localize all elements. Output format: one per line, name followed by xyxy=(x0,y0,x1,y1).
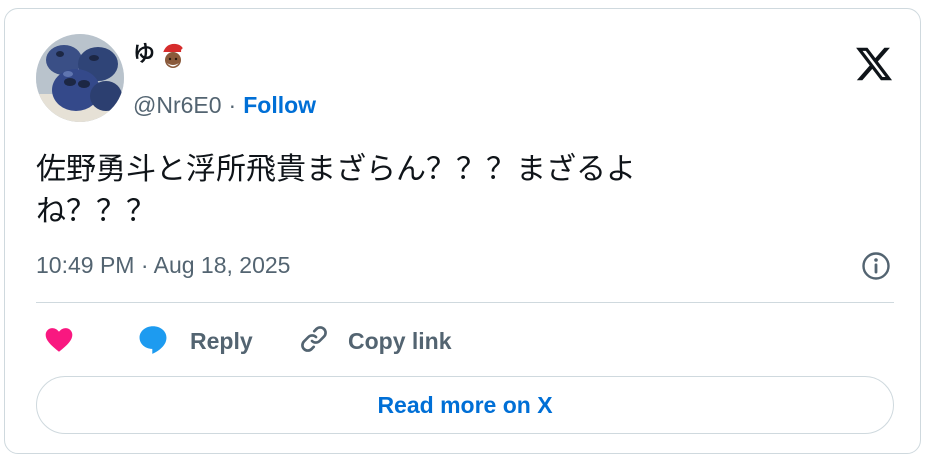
santa-face-icon xyxy=(158,40,188,70)
author-handle-row: @Nr6E0 · Follow xyxy=(133,89,316,121)
x-logo-icon[interactable] xyxy=(854,44,894,84)
tweet-card: ゆ @Nr6E0 · Follow 佐野勇斗と浮所飛貴まざらん？？？まざるよ ね… xyxy=(4,8,921,454)
info-icon[interactable] xyxy=(860,250,892,282)
action-bar: Reply Copy link xyxy=(36,321,894,361)
heart-icon xyxy=(42,323,76,359)
separator-dot: · xyxy=(228,91,237,118)
reply-label: Reply xyxy=(190,327,253,354)
divider xyxy=(36,302,894,303)
read-more-label: Read more on X xyxy=(377,391,553,418)
like-button[interactable] xyxy=(42,321,76,361)
avatar-image xyxy=(36,34,124,122)
read-more-button[interactable]: Read more on X xyxy=(36,376,894,434)
copy-link-button[interactable]: Copy link xyxy=(298,321,452,361)
follow-button[interactable]: Follow xyxy=(243,92,316,119)
speech-bubble-icon xyxy=(136,322,170,360)
author-display-name[interactable]: ゆ xyxy=(133,41,155,69)
author-name-row: ゆ xyxy=(133,39,188,71)
tweet-timestamp[interactable]: 10:49 PM · Aug 18, 2025 xyxy=(36,252,290,279)
reply-button[interactable]: Reply xyxy=(136,321,253,361)
avatar[interactable] xyxy=(36,34,124,122)
author-handle[interactable]: @Nr6E0 xyxy=(133,92,222,119)
tweet-text: 佐野勇斗と浮所飛貴まざらん？？？まざるよ ね？？？ xyxy=(36,152,636,229)
link-icon xyxy=(298,323,330,359)
copy-link-label: Copy link xyxy=(348,327,452,354)
